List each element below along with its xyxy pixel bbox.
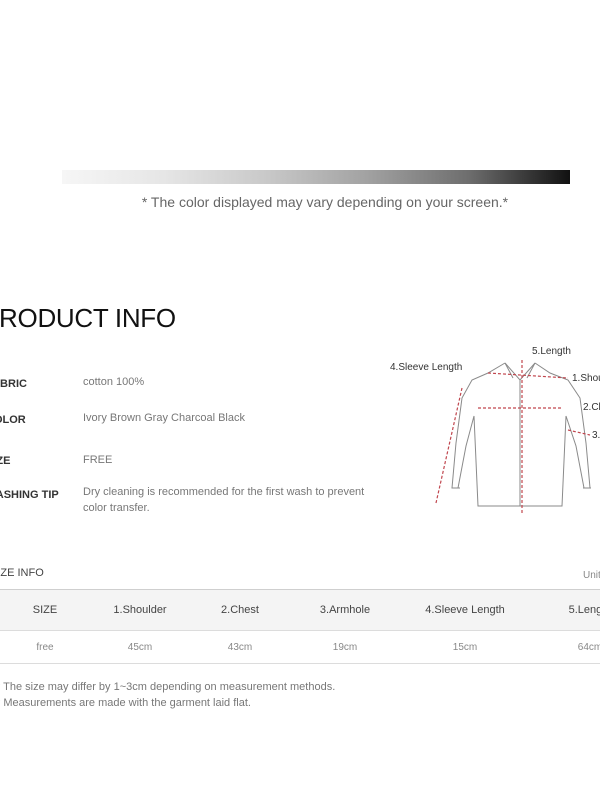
cell-size: free [36, 641, 54, 653]
shirt-measurement-diagram: 5.Length 4.Sleeve Length 1.Shoulder 2.Ch… [390, 346, 600, 513]
size-table: SIZE 1.Shoulder 2.Chest 3.Armhole 4.Slee… [0, 589, 600, 664]
spec-label-fabric: FABRIC [0, 378, 27, 390]
cell-sleeve-length: 15cm [452, 641, 478, 653]
spec-label-color: COLOR [0, 414, 26, 426]
spec-value-washing-tip: Dry cleaning is recommended for the firs… [83, 486, 365, 514]
color-gradient-bar [62, 170, 570, 184]
spec-value-fabric: cotton 100% [83, 376, 145, 388]
size-table-header: SIZE 1.Shoulder 2.Chest 3.Armhole 4.Slee… [0, 589, 600, 631]
shirt-outline [451, 362, 591, 507]
diagram-label-length: 5.Length [532, 346, 571, 357]
table-row: free 45cm 43cm 19cm 15cm 64cm [0, 631, 600, 664]
header-shoulder: 1.Shoulder [113, 604, 167, 616]
diagram-label-sleeve: 4.Sleeve Length [390, 362, 462, 373]
color-notice: * The color displayed may vary depending… [141, 194, 509, 210]
header-length: 5.Length [568, 604, 600, 616]
size-info-title: SIZE INFO [0, 567, 44, 579]
spec-value-size: FREE [83, 454, 113, 466]
diagram-label-shoulder: 1.Shoulder [572, 373, 600, 384]
cell-length: 64cm [577, 641, 600, 653]
cell-armhole: 19cm [332, 641, 358, 653]
product-info-title: PRODUCT INFO [0, 303, 176, 333]
diagram-label-chest: 2.Chest [583, 402, 600, 413]
spec-label-washing-tip: WASHING TIP [0, 489, 59, 501]
measurement-lines [435, 360, 591, 513]
cell-shoulder: 45cm [127, 641, 153, 653]
header-chest: 2.Chest [221, 604, 259, 616]
header-sleeve-length: 4.Sleeve Length [425, 604, 505, 616]
header-armhole: 3.Armhole [319, 604, 371, 616]
header-size: SIZE [32, 604, 58, 616]
spec-label-size: SIZE [0, 455, 11, 467]
size-note-1: * The size may differ by 1~3cm depending… [0, 681, 336, 693]
unit-label: Unit : cm [583, 570, 600, 581]
size-note-2: * Measurements are made with the garment… [0, 697, 251, 709]
diagram-label-armhole: 3.Armhole [592, 430, 600, 441]
cell-chest: 43cm [227, 641, 253, 653]
spec-value-color: Ivory Brown Gray Charcoal Black [83, 412, 245, 424]
